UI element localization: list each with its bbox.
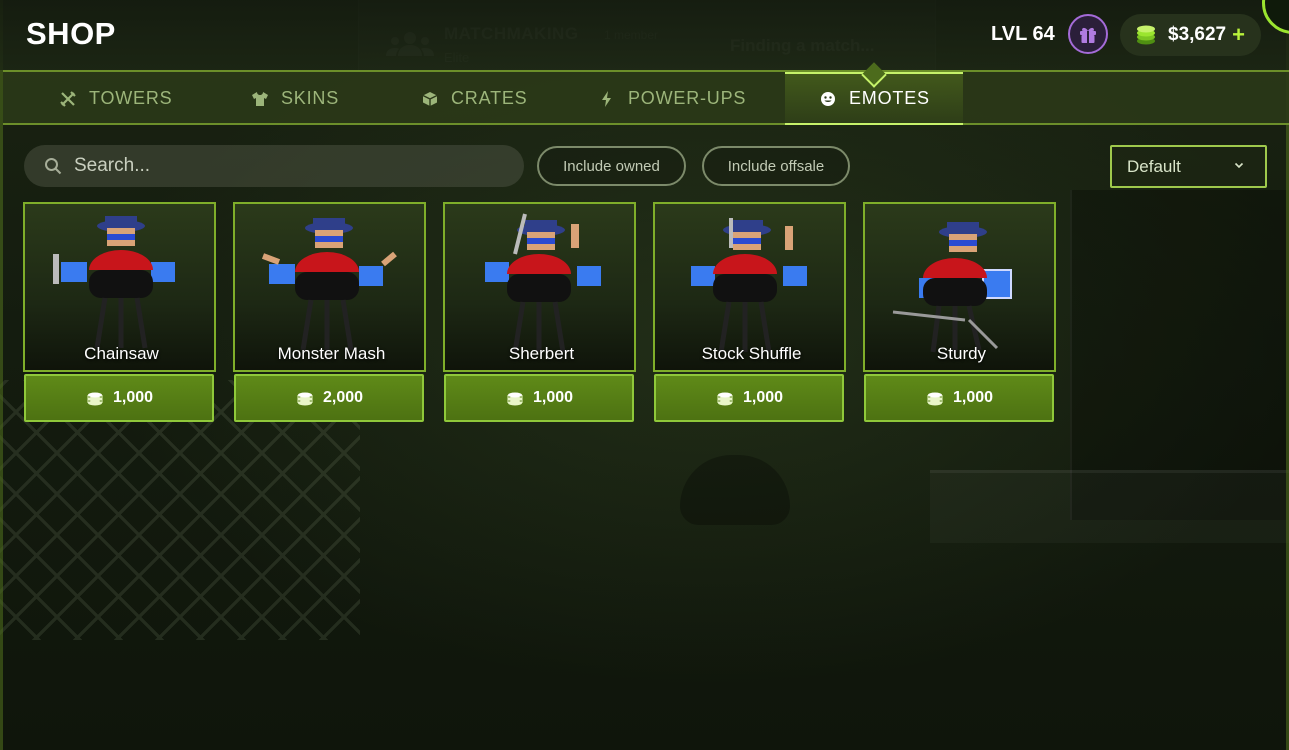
- shirt-icon: [251, 90, 269, 108]
- tab-emotes-label: EMOTES: [849, 88, 930, 108]
- emote-name: Sturdy: [936, 344, 987, 363]
- emote-name: Sherbert: [508, 344, 575, 363]
- buy-button[interactable]: 1,000: [864, 374, 1054, 422]
- category-tabs: TOWERS SKINS CRATES POWER-UPS EMOTES: [3, 62, 1289, 125]
- cash-icon: [1137, 25, 1155, 45]
- gift-button[interactable]: [1068, 14, 1108, 54]
- background-grill: [680, 455, 790, 525]
- emote-card[interactable]: Sherbert 1,000: [443, 202, 636, 422]
- add-currency-button[interactable]: +: [1232, 24, 1245, 46]
- towers-icon: [59, 90, 77, 108]
- corner-badge[interactable]: [1262, 0, 1289, 34]
- background-bench: [930, 470, 1289, 543]
- lightning-icon: [598, 90, 616, 108]
- emote-name: Monster Mash: [277, 344, 386, 363]
- tab-power-ups-label: POWER-UPS: [628, 88, 747, 108]
- buy-button[interactable]: 1,000: [24, 374, 214, 422]
- emote-price: 1,000: [532, 389, 574, 406]
- emote-price: 1,000: [742, 389, 784, 406]
- emote-name: Stock Shuffle: [701, 344, 802, 363]
- search-input[interactable]: [72, 154, 496, 178]
- emote-card[interactable]: Monster Mash 2,000: [233, 202, 426, 422]
- coins-icon: [717, 392, 733, 406]
- emote-price: 1,000: [112, 389, 154, 406]
- chevron-down-icon: [1234, 162, 1244, 169]
- coins-icon: [507, 392, 523, 406]
- player-level: LVL 64: [991, 23, 1055, 45]
- coins-icon: [927, 392, 943, 406]
- background-building: [1070, 190, 1289, 520]
- tab-crates-label: CRATES: [451, 88, 528, 108]
- search-icon: [45, 158, 62, 175]
- emote-name: Chainsaw: [84, 344, 159, 363]
- tab-power-ups[interactable]: POWER-UPS: [598, 72, 746, 125]
- emote-card[interactable]: Sturdy 1,000: [863, 202, 1056, 422]
- sort-dropdown[interactable]: Default: [1110, 145, 1267, 188]
- emote-thumbnail[interactable]: Chainsaw: [23, 202, 216, 372]
- buy-button[interactable]: 2,000: [234, 374, 424, 422]
- emote-price: 1,000: [952, 389, 994, 406]
- smiley-icon: [819, 90, 837, 108]
- tab-emotes[interactable]: EMOTES: [819, 72, 930, 125]
- buy-button[interactable]: 1,000: [444, 374, 634, 422]
- tab-towers-label: TOWERS: [89, 88, 173, 108]
- currency-display: $3,627 +: [1120, 14, 1261, 56]
- emote-card[interactable]: Chainsaw 1,000: [23, 202, 216, 422]
- tab-towers[interactable]: TOWERS: [59, 72, 172, 125]
- currency-amount: $3,627: [1168, 24, 1227, 45]
- include-offsale-toggle[interactable]: Include offsale: [702, 146, 850, 186]
- crate-icon: [421, 90, 439, 108]
- shop-screen: MATCHMAKING 1 member Elite Finding a mat…: [0, 0, 1289, 750]
- tab-skins[interactable]: SKINS: [251, 72, 339, 125]
- emote-thumbnail[interactable]: Stock Shuffle: [653, 202, 846, 372]
- page-title: SHOP: [26, 16, 116, 51]
- tab-crates[interactable]: CRATES: [421, 72, 527, 125]
- shop-header: SHOP LVL 64 $3,627 +: [0, 0, 1289, 70]
- emote-card[interactable]: Stock Shuffle 1,000: [653, 202, 846, 422]
- sort-selected-value: Default: [1127, 156, 1181, 176]
- tab-skins-label: SKINS: [281, 88, 340, 108]
- emote-thumbnail[interactable]: Monster Mash: [233, 202, 426, 372]
- search-box[interactable]: [24, 145, 524, 187]
- buy-button[interactable]: 1,000: [654, 374, 844, 422]
- include-owned-toggle[interactable]: Include owned: [537, 146, 686, 186]
- gift-icon: [1080, 27, 1096, 43]
- coins-icon: [87, 392, 103, 406]
- coins-icon: [297, 392, 313, 406]
- emote-price: 2,000: [322, 389, 364, 406]
- emote-thumbnail[interactable]: Sturdy: [863, 202, 1056, 372]
- emote-thumbnail[interactable]: Sherbert: [443, 202, 636, 372]
